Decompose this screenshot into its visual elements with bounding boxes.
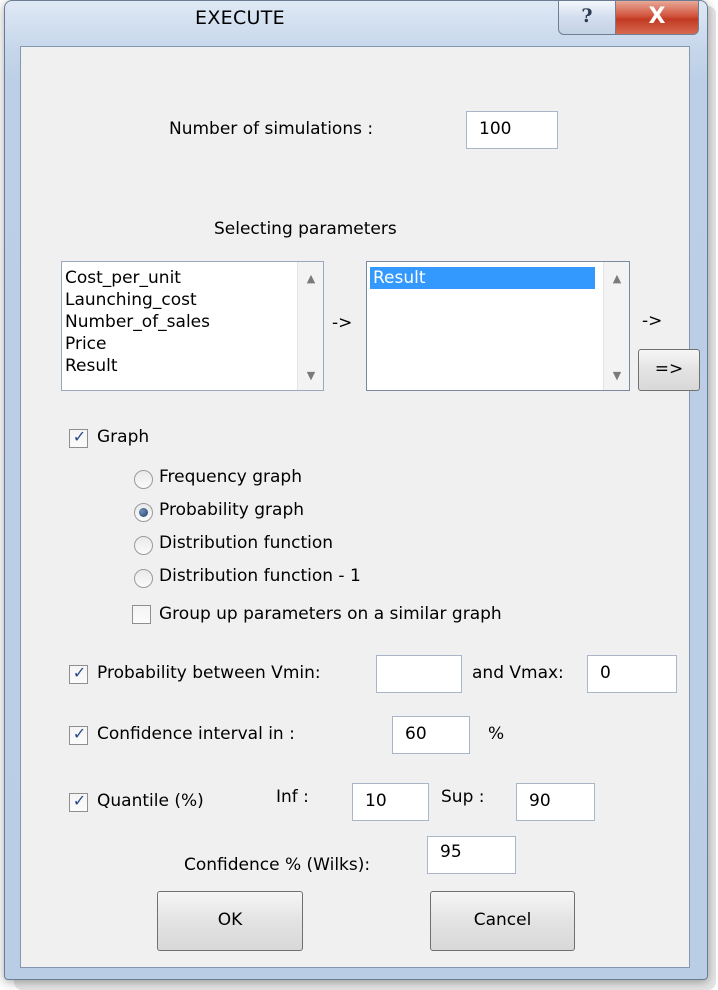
- available-parameters-list[interactable]: Cost_per_unit Launching_cost Number_of_s…: [61, 261, 324, 391]
- checkmark-icon: ✓: [72, 427, 87, 446]
- execute-dialog: EXECUTE ? X Number of simulations : 100 …: [4, 0, 708, 980]
- checkmark-icon: ✓: [72, 663, 87, 682]
- list-item[interactable]: Number_of_sales: [62, 311, 323, 333]
- list-item[interactable]: Price: [62, 333, 323, 355]
- group-parameters-checkbox[interactable]: [132, 605, 151, 624]
- probability-graph-radio[interactable]: [134, 503, 153, 522]
- distribution-function-label: Distribution function: [159, 533, 334, 553]
- wilks-label: Confidence % (Wilks):: [184, 855, 371, 875]
- list-item[interactable]: Launching_cost: [62, 289, 323, 311]
- sup-input[interactable]: 90: [516, 783, 595, 821]
- help-icon: ?: [581, 5, 593, 27]
- move-to-selection-button[interactable]: =>: [638, 349, 700, 391]
- graph-label: Graph: [97, 427, 150, 447]
- confidence-label: Confidence interval in :: [97, 724, 295, 744]
- dialog-body: Number of simulations : 100 Selecting pa…: [20, 46, 700, 968]
- selected-parameters-list[interactable]: Result ▲ ▼: [366, 261, 630, 391]
- scroll-down-arrow-icon[interactable]: ▼: [604, 369, 629, 382]
- inf-label: Inf :: [276, 787, 309, 807]
- confidence-input[interactable]: 60: [392, 716, 470, 754]
- close-icon: X: [648, 4, 666, 29]
- quantile-label: Quantile (%): [97, 791, 204, 811]
- simulations-label: Number of simulations :: [169, 119, 374, 139]
- wilks-input[interactable]: 95: [427, 836, 516, 874]
- frequency-graph-radio[interactable]: [134, 470, 153, 489]
- help-button[interactable]: ?: [558, 1, 616, 35]
- selected-list-scrollbar[interactable]: ▲ ▼: [603, 262, 629, 390]
- list-item[interactable]: Result: [62, 355, 323, 377]
- distribution-function-minus-one-label: Distribution function - 1: [159, 566, 361, 586]
- scroll-up-arrow-icon[interactable]: ▲: [298, 272, 323, 285]
- radio-selected-dot: [139, 508, 148, 517]
- inf-input[interactable]: 10: [352, 783, 429, 821]
- sup-label: Sup :: [441, 787, 485, 807]
- arrow-right-label: ->: [642, 311, 663, 331]
- vmax-input[interactable]: 0: [587, 655, 677, 693]
- confidence-unit: %: [488, 724, 505, 744]
- frequency-graph-label: Frequency graph: [159, 467, 302, 487]
- scroll-down-arrow-icon[interactable]: ▼: [298, 369, 323, 382]
- vmax-label: and Vmax:: [472, 663, 564, 683]
- probability-checkbox[interactable]: ✓: [69, 663, 88, 684]
- graph-checkbox[interactable]: ✓: [69, 427, 88, 448]
- list-item[interactable]: Cost_per_unit: [62, 267, 323, 289]
- ok-button[interactable]: OK: [157, 891, 303, 951]
- vmin-input[interactable]: [376, 655, 462, 693]
- checkmark-icon: ✓: [72, 791, 87, 810]
- distribution-function-radio[interactable]: [134, 536, 153, 555]
- quantile-checkbox[interactable]: ✓: [69, 791, 88, 812]
- available-list-scrollbar[interactable]: ▲ ▼: [297, 262, 323, 390]
- distribution-function-minus-one-radio[interactable]: [134, 569, 153, 588]
- probability-label: Probability between Vmin:: [97, 663, 321, 683]
- simulations-input[interactable]: 100: [466, 111, 558, 149]
- arrow-between-lists: ->: [332, 313, 353, 333]
- close-button[interactable]: X: [615, 1, 699, 35]
- selected-parameters-items: Result: [367, 262, 629, 289]
- confidence-checkbox[interactable]: ✓: [69, 724, 88, 745]
- available-parameters-items: Cost_per_unit Launching_cost Number_of_s…: [62, 262, 323, 377]
- list-item-selected[interactable]: Result: [370, 267, 595, 289]
- checkmark-icon: ✓: [72, 724, 87, 743]
- cancel-button[interactable]: Cancel: [430, 891, 575, 951]
- probability-graph-label: Probability graph: [159, 500, 305, 520]
- scroll-up-arrow-icon[interactable]: ▲: [604, 272, 629, 285]
- parameters-heading: Selecting parameters: [214, 219, 397, 239]
- window-title: EXECUTE: [195, 7, 285, 29]
- group-parameters-label: Group up parameters on a similar graph: [159, 604, 502, 624]
